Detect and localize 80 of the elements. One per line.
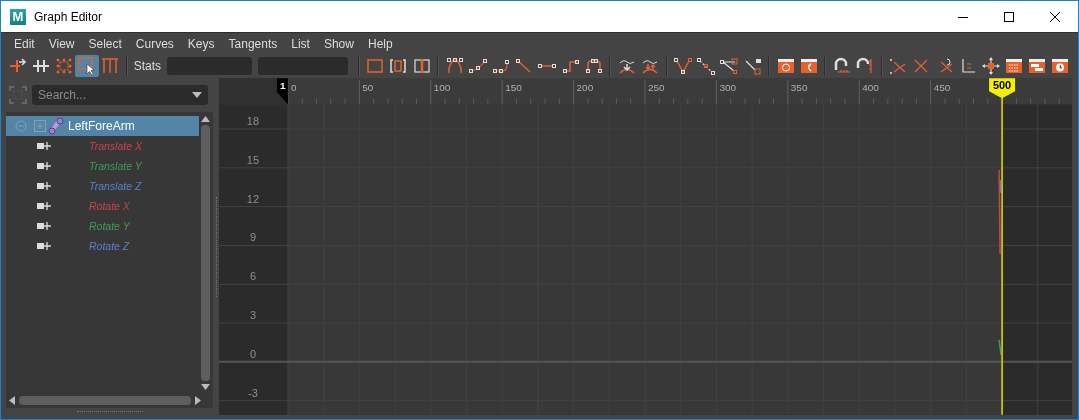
ruler-label: 100 (433, 82, 451, 94)
current-frame-marker[interactable]: 500 (989, 78, 1016, 99)
channel-label: Rotate X (89, 200, 130, 212)
channel-item[interactable]: Rotate Y (6, 216, 199, 236)
stats-label: Stats (133, 59, 162, 73)
select-tool-button[interactable] (75, 55, 99, 77)
menu-item[interactable]: Tangents (221, 36, 285, 51)
y-axis-label: 12 (246, 192, 260, 205)
search-field[interactable]: Search... (32, 85, 208, 105)
menu-item[interactable]: List (284, 36, 317, 51)
trax-window-icon[interactable] (1027, 56, 1048, 76)
graph-window-icon[interactable] (775, 56, 796, 76)
menu-item[interactable]: Help (360, 36, 400, 51)
plug-icon (37, 201, 51, 211)
menu-item[interactable]: Curves (128, 36, 181, 51)
plug-icon (37, 141, 51, 151)
menu-item[interactable]: Edit (7, 36, 42, 51)
y-axis-label: 18 (246, 115, 260, 128)
channel-label: Rotate Z (89, 240, 130, 252)
ruler-label: 250 (648, 82, 665, 94)
animation-curve[interactable] (999, 179, 1002, 194)
menu-item[interactable]: View (41, 36, 82, 51)
free-weight-icon[interactable] (719, 56, 740, 76)
y-axis-label: 9 (249, 231, 256, 244)
y-axis-label: 15 (246, 153, 260, 166)
resize-handle[interactable] (215, 196, 217, 297)
move-icon[interactable] (980, 56, 1001, 76)
scroll-right-icon[interactable] (195, 395, 201, 405)
channel-item[interactable]: Translate Y (6, 156, 199, 176)
time-ruler[interactable] (219, 78, 1072, 105)
spline-tangent-icon[interactable] (467, 56, 488, 76)
break-tangents-icon[interactable] (673, 56, 694, 76)
y-axis-label: 6 (249, 270, 256, 283)
scroll-up-icon[interactable] (200, 116, 210, 122)
menu-item[interactable]: Show (316, 36, 361, 51)
frame-range-icon[interactable] (388, 56, 409, 76)
window-title: Graph Editor (34, 9, 104, 24)
menu-item[interactable]: Select (81, 36, 129, 51)
auto-tangent-icon[interactable] (444, 56, 465, 76)
dropdown-caret-icon[interactable] (192, 92, 202, 98)
app-logo: M (10, 8, 26, 25)
magnet-icon[interactable] (832, 56, 852, 76)
ruler-label: 200 (576, 82, 594, 94)
center-view-icon[interactable] (411, 56, 432, 76)
ruler-label: 400 (862, 82, 879, 94)
scrollbar-thumb[interactable] (19, 395, 191, 405)
animation-curve[interactable] (998, 339, 1002, 356)
tree-item-label: LeftForeArm (68, 119, 135, 133)
plug-icon (37, 241, 51, 251)
channel-label: Translate Z (89, 180, 142, 192)
menu-item[interactable]: Keys (180, 36, 222, 51)
unify-tangents-icon[interactable] (696, 56, 717, 76)
close-icon[interactable] (1050, 11, 1060, 22)
ruler-label: 300 (719, 82, 737, 94)
time-window-icon[interactable] (1050, 56, 1071, 76)
curve-window-icon[interactable] (798, 56, 819, 76)
scroll-down-icon[interactable] (200, 384, 210, 390)
plateau-tangent-icon[interactable] (583, 56, 604, 76)
ruler-label: 150 (505, 82, 522, 94)
channel-label: Translate X (89, 140, 142, 152)
channel-label: Translate Y (89, 160, 142, 172)
ruler-label: 350 (790, 82, 808, 94)
plug-icon (37, 181, 51, 191)
start-frame-marker[interactable]: 1 (276, 78, 288, 105)
joint-icon (48, 117, 64, 135)
maximize-icon[interactable] (1004, 11, 1014, 22)
scroll-left-icon[interactable] (9, 395, 15, 405)
y-axis-label: 3 (249, 309, 256, 322)
resize-handle[interactable] (76, 411, 143, 412)
ruler-label: 0 (290, 82, 297, 94)
scrollbar-thumb[interactable] (200, 125, 210, 381)
plug-icon (37, 221, 51, 231)
dope-sheet-window-icon[interactable] (1004, 56, 1025, 76)
plug-icon (37, 161, 51, 171)
ruler-label: 50 (362, 82, 374, 94)
channel-label: Rotate Y (89, 220, 130, 232)
y-axis-label: -3 (248, 386, 258, 399)
ruler-label: 450 (933, 82, 951, 94)
animation-curve[interactable] (998, 169, 1001, 255)
y-axis-label: 0 (249, 347, 256, 360)
